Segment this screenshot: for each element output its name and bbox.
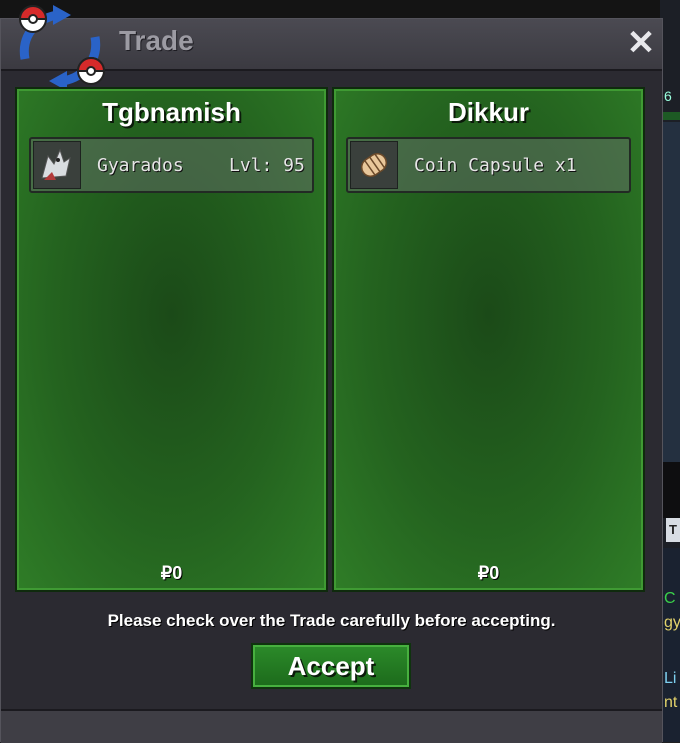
accept-button[interactable]: Accept (251, 643, 411, 689)
trade-icon (18, 5, 106, 91)
background-chat (660, 548, 680, 742)
gyarados-icon (33, 141, 81, 189)
trade-notice: Please check over the Trade carefully be… (107, 611, 556, 630)
right-money: ₽0 (477, 563, 500, 583)
left-player-name: Tgbnamish (102, 97, 241, 127)
background-panel (660, 122, 680, 462)
chat-line: Li (664, 670, 677, 687)
trade-window: Trade ✕ Tgbnamish Gyarados Lvl: 95 ₽0 Di… (0, 5, 663, 743)
right-trade-panel: Dikkur Coin Capsule x1 ₽0 (332, 87, 645, 592)
right-trade-slot[interactable]: Coin Capsule x1 (346, 137, 631, 193)
right-player-name: Dikkur (448, 97, 529, 127)
left-money: ₽0 (160, 563, 183, 583)
background-number: 6 (664, 88, 672, 104)
right-item-name: Coin Capsule x1 (414, 155, 577, 176)
background-panel-dark (660, 462, 680, 518)
coin-capsule-icon (350, 141, 398, 189)
left-item-name: Gyarados (97, 155, 184, 176)
left-item-level: Lvl: 95 (229, 155, 305, 176)
left-trade-panel: Tgbnamish Gyarados Lvl: 95 ₽0 (15, 87, 328, 592)
chat-line: gy (664, 614, 680, 631)
left-trade-slot[interactable]: Gyarados Lvl: 95 (29, 137, 314, 193)
window-title: Trade (119, 25, 194, 56)
background-game-ui: 6 T C gy Li nt (660, 0, 680, 742)
chat-line: C (664, 590, 676, 607)
pokeball-icon (76, 57, 106, 85)
pokeball-icon (18, 5, 48, 33)
chat-line: nt (664, 694, 678, 711)
close-button[interactable]: ✕ (625, 25, 657, 61)
window-footer (1, 709, 662, 743)
background-bar (660, 112, 680, 120)
background-tab[interactable]: T (666, 518, 680, 542)
